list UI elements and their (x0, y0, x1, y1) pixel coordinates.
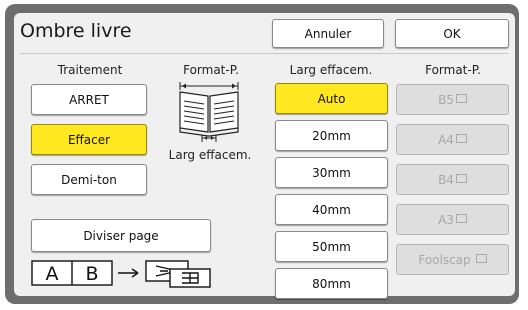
width-80mm-button[interactable]: 80mm (275, 268, 388, 299)
format-foolscap-label: Foolscap (418, 252, 471, 267)
format-b4-button[interactable]: B4 (396, 164, 509, 195)
traitement-header: Traitement (57, 63, 123, 77)
traitement-arret-button[interactable]: ARRET (31, 84, 147, 115)
page-split-diagram-icon: A B (31, 260, 211, 288)
width-auto-button[interactable]: Auto (275, 83, 388, 114)
traitement-effacer-button[interactable]: Effacer (31, 124, 147, 155)
diviser-page-button[interactable]: Diviser page (31, 219, 211, 252)
width-20mm-button[interactable]: 20mm (275, 120, 388, 151)
landscape-page-icon (455, 94, 467, 103)
format-b5-label: B5 (438, 92, 454, 107)
format-b4-label: B4 (438, 172, 454, 187)
header-divider (20, 53, 508, 54)
format-a3-button[interactable]: A3 (396, 204, 509, 235)
book-shadow-diagram-icon (179, 82, 239, 142)
landscape-page-icon (455, 174, 467, 183)
landscape-page-icon (455, 134, 467, 143)
traitement-demiton-button[interactable]: Demi-ton (31, 164, 147, 195)
cancel-button[interactable]: Annuler (272, 19, 384, 48)
format-a4-label: A4 (438, 132, 454, 147)
format-a4-button[interactable]: A4 (396, 124, 509, 155)
diagram-label: Larg effacem. (168, 148, 252, 162)
landscape-page-icon (455, 214, 467, 223)
width-40mm-button[interactable]: 40mm (275, 194, 388, 225)
ok-button[interactable]: OK (395, 19, 509, 48)
landscape-page-icon (475, 254, 487, 263)
diagram-letter-b: B (85, 263, 98, 285)
format-p-header-left: Format-P. (183, 63, 239, 77)
format-b5-button[interactable]: B5 (396, 84, 509, 115)
width-30mm-button[interactable]: 30mm (275, 157, 388, 188)
larg-effacem-header: Larg effacem. (289, 63, 373, 77)
format-p-header-right: Format-P. (425, 63, 481, 77)
width-50mm-button[interactable]: 50mm (275, 231, 388, 262)
diagram-letter-a: A (46, 263, 59, 285)
dialog-title: Ombre livre (20, 20, 132, 42)
format-a3-label: A3 (438, 212, 454, 227)
format-foolscap-button[interactable]: Foolscap (396, 244, 509, 275)
